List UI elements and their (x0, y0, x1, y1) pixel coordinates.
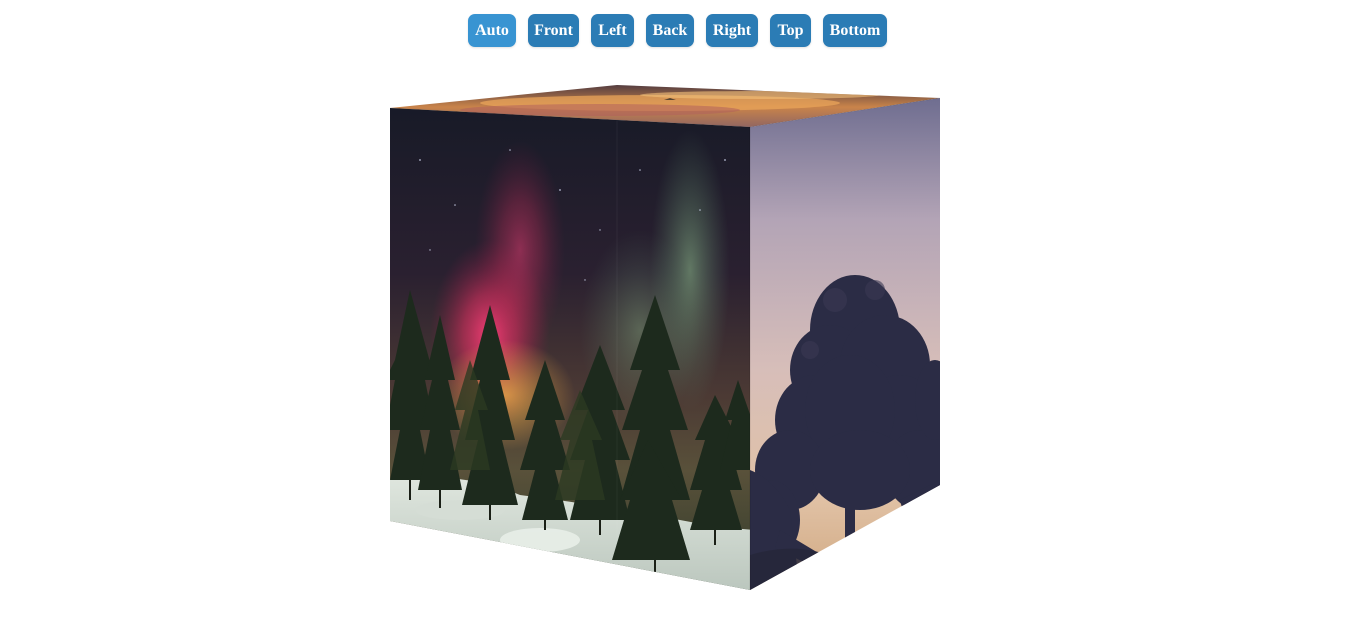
cube-front-face (390, 108, 750, 590)
cube-scene[interactable] (0, 0, 1345, 618)
cube[interactable] (0, 0, 1345, 618)
cube-right-face (750, 98, 940, 590)
page: Auto Front Left Back Right Top Bottom (0, 0, 1345, 618)
